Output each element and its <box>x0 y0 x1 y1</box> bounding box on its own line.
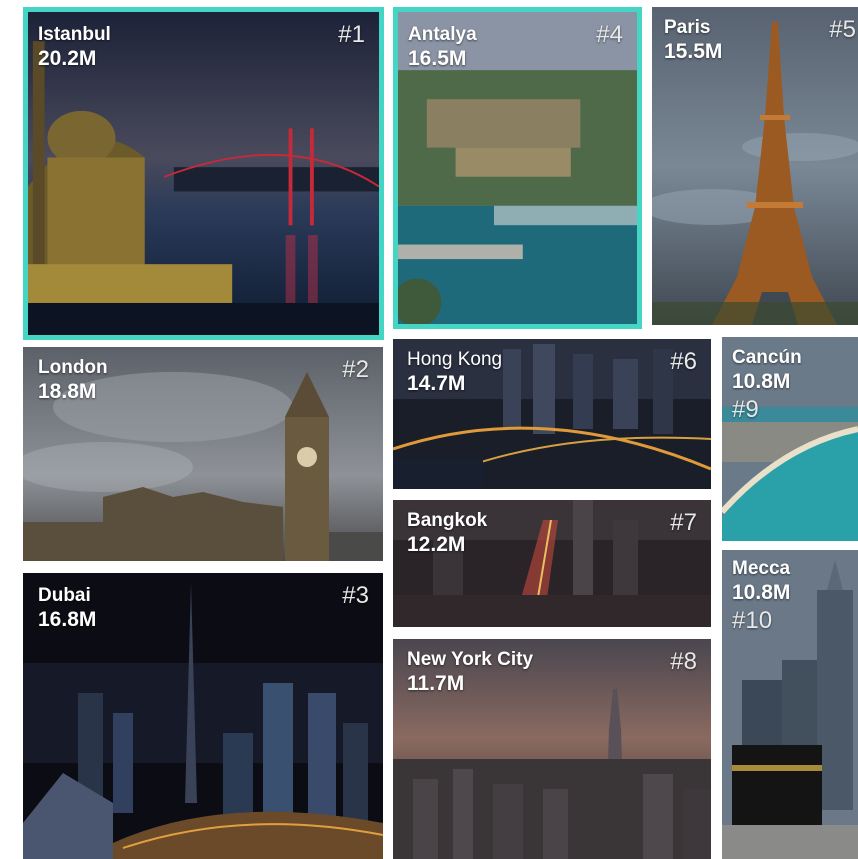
city-tile-london[interactable]: London 18.8M #2 <box>23 347 383 561</box>
city-tile-bangkok[interactable]: Bangkok 12.2M #7 <box>393 500 711 627</box>
rank-label: #10 <box>732 607 773 634</box>
city-name: London <box>38 357 108 378</box>
city-name: Dubai <box>38 585 91 606</box>
rank-label: #5 <box>829 16 856 43</box>
city-tile-istanbul[interactable]: Istanbul 20.2M #1 <box>23 7 384 340</box>
city-name: New York City <box>407 649 534 670</box>
visitor-count: 11.7M <box>407 672 465 695</box>
city-tile-cancun[interactable]: Cancún 10.8M #9 <box>722 337 858 541</box>
rank-label: #3 <box>342 582 369 609</box>
city-name: Cancún <box>732 347 802 368</box>
rank-label: #7 <box>670 509 697 536</box>
rank-label: #8 <box>670 648 697 675</box>
city-tile-antalya[interactable]: Antalya 16.5M #4 <box>393 7 642 329</box>
rank-label: #1 <box>338 21 365 48</box>
visitor-count: 10.8M <box>732 581 791 604</box>
city-tile-paris[interactable]: Paris 15.5M #5 <box>652 7 858 325</box>
visitor-count: 12.2M <box>407 533 466 556</box>
city-name: Istanbul <box>38 24 111 45</box>
city-name: Hong Kong <box>407 349 503 370</box>
visitor-count: 16.8M <box>38 608 97 631</box>
city-name: Mecca <box>732 558 791 579</box>
rank-label: #4 <box>596 21 623 48</box>
city-name: Bangkok <box>407 510 488 531</box>
rank-label: #9 <box>732 396 759 423</box>
city-tile-mecca[interactable]: Mecca 10.8M #10 <box>722 550 858 859</box>
visitor-count: 18.8M <box>38 380 97 403</box>
visitor-count: 10.8M <box>732 370 791 393</box>
visitor-count: 14.7M <box>407 372 466 395</box>
visitor-count: 15.5M <box>664 40 723 63</box>
visitor-count: 20.2M <box>38 47 97 70</box>
city-tile-new-york-city[interactable]: New York City 11.7M #8 <box>393 639 711 859</box>
rank-label: #6 <box>670 348 697 375</box>
visitor-count: 16.5M <box>408 47 467 70</box>
city-name: Antalya <box>408 24 477 45</box>
city-name: Paris <box>664 17 711 38</box>
city-tile-dubai[interactable]: Dubai 16.8M #3 <box>23 573 383 859</box>
city-tile-hong-kong[interactable]: Hong Kong 14.7M #6 <box>393 339 711 489</box>
rank-label: #2 <box>342 356 369 383</box>
